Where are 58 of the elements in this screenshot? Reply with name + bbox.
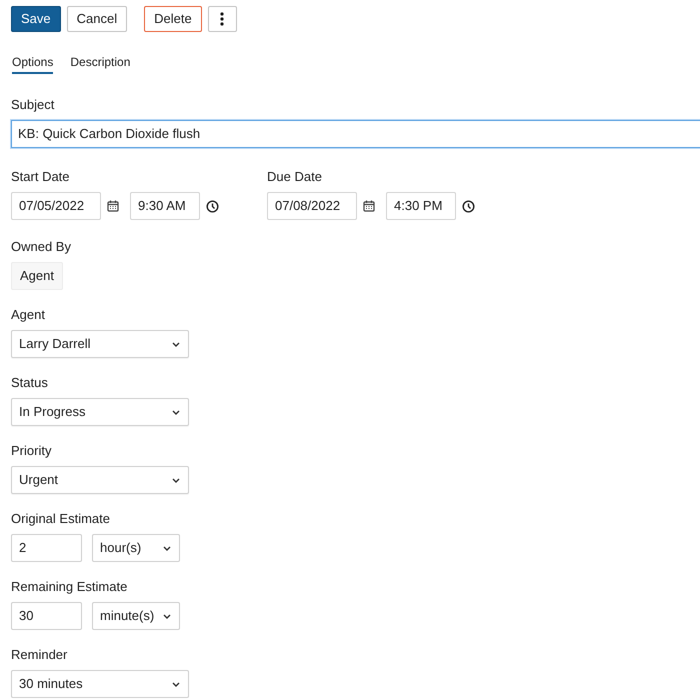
- tab[interactable]: Options: [12, 53, 54, 74]
- field-value: 2: [19, 539, 26, 558]
- field-value: 4:30 PM: [394, 197, 442, 216]
- calendar-button[interactable]: [363, 200, 377, 212]
- unit-select[interactable]: hour(s): [92, 534, 180, 562]
- chevron-down-icon: [163, 546, 171, 550]
- save-button[interactable]: Save: [11, 6, 61, 32]
- chevron-down-icon: [172, 478, 180, 482]
- chevron-down-icon: [163, 614, 171, 618]
- field-label: Due Date: [267, 169, 323, 185]
- date-field[interactable]: 07/05/2022: [11, 192, 101, 220]
- field-label: Reminder: [11, 647, 68, 663]
- field-value: 07/05/2022: [19, 197, 84, 216]
- select-field[interactable]: Larry Darrell: [11, 330, 189, 358]
- field-value: hour(s): [100, 539, 142, 558]
- date-field[interactable]: 07/08/2022: [267, 192, 357, 220]
- number-field[interactable]: 30: [11, 602, 82, 630]
- select-field[interactable]: 30 minutes: [11, 670, 189, 698]
- time-field[interactable]: 4:30 PM: [386, 192, 456, 220]
- field-label: Subject: [11, 97, 56, 113]
- unit-select[interactable]: minute(s): [92, 602, 180, 630]
- field-value: KB: Quick Carbon Dioxide flush: [18, 125, 200, 144]
- field-value: Urgent: [19, 471, 58, 490]
- chevron-down-icon: [172, 342, 180, 346]
- field-value: 30: [19, 607, 34, 626]
- calendar-button[interactable]: [107, 200, 121, 212]
- field-value: 30 minutes: [19, 675, 83, 694]
- field-value: Agent: [20, 267, 54, 286]
- field-label: Remaining Estimate: [11, 579, 128, 595]
- cancel-button[interactable]: Cancel: [66, 6, 128, 32]
- subject-field[interactable]: KB: Quick Carbon Dioxide flush: [11, 120, 700, 148]
- number-field[interactable]: 2: [11, 534, 82, 562]
- field-value: 9:30 AM: [138, 197, 186, 216]
- delete-button[interactable]: Delete: [144, 6, 202, 32]
- field-value: In Progress: [19, 403, 86, 422]
- calendar-icon: [363, 200, 375, 212]
- field-value: Larry Darrell: [19, 335, 91, 354]
- more-button[interactable]: [208, 6, 237, 32]
- more-vertical-icon: [220, 12, 224, 26]
- field-label: Priority: [11, 443, 52, 459]
- time-field[interactable]: 9:30 AM: [130, 192, 200, 220]
- field-label: Status: [11, 375, 49, 391]
- clock-icon: [206, 200, 219, 212]
- field-label: Start Date: [11, 169, 71, 185]
- select-field[interactable]: Urgent: [11, 466, 189, 494]
- field-label: Agent: [11, 307, 46, 323]
- field-value: 07/08/2022: [275, 197, 340, 216]
- chevron-down-icon: [172, 682, 180, 686]
- field-label: Original Estimate: [11, 511, 111, 527]
- calendar-icon: [107, 200, 119, 212]
- select-field[interactable]: In Progress: [11, 398, 189, 426]
- clock-button[interactable]: [206, 200, 220, 212]
- field-value: minute(s): [100, 607, 154, 626]
- clock-icon: [462, 200, 475, 212]
- tab[interactable]: Description: [70, 53, 130, 74]
- clock-button[interactable]: [462, 200, 476, 212]
- chevron-down-icon: [172, 410, 180, 414]
- field-label: Owned By: [11, 239, 72, 255]
